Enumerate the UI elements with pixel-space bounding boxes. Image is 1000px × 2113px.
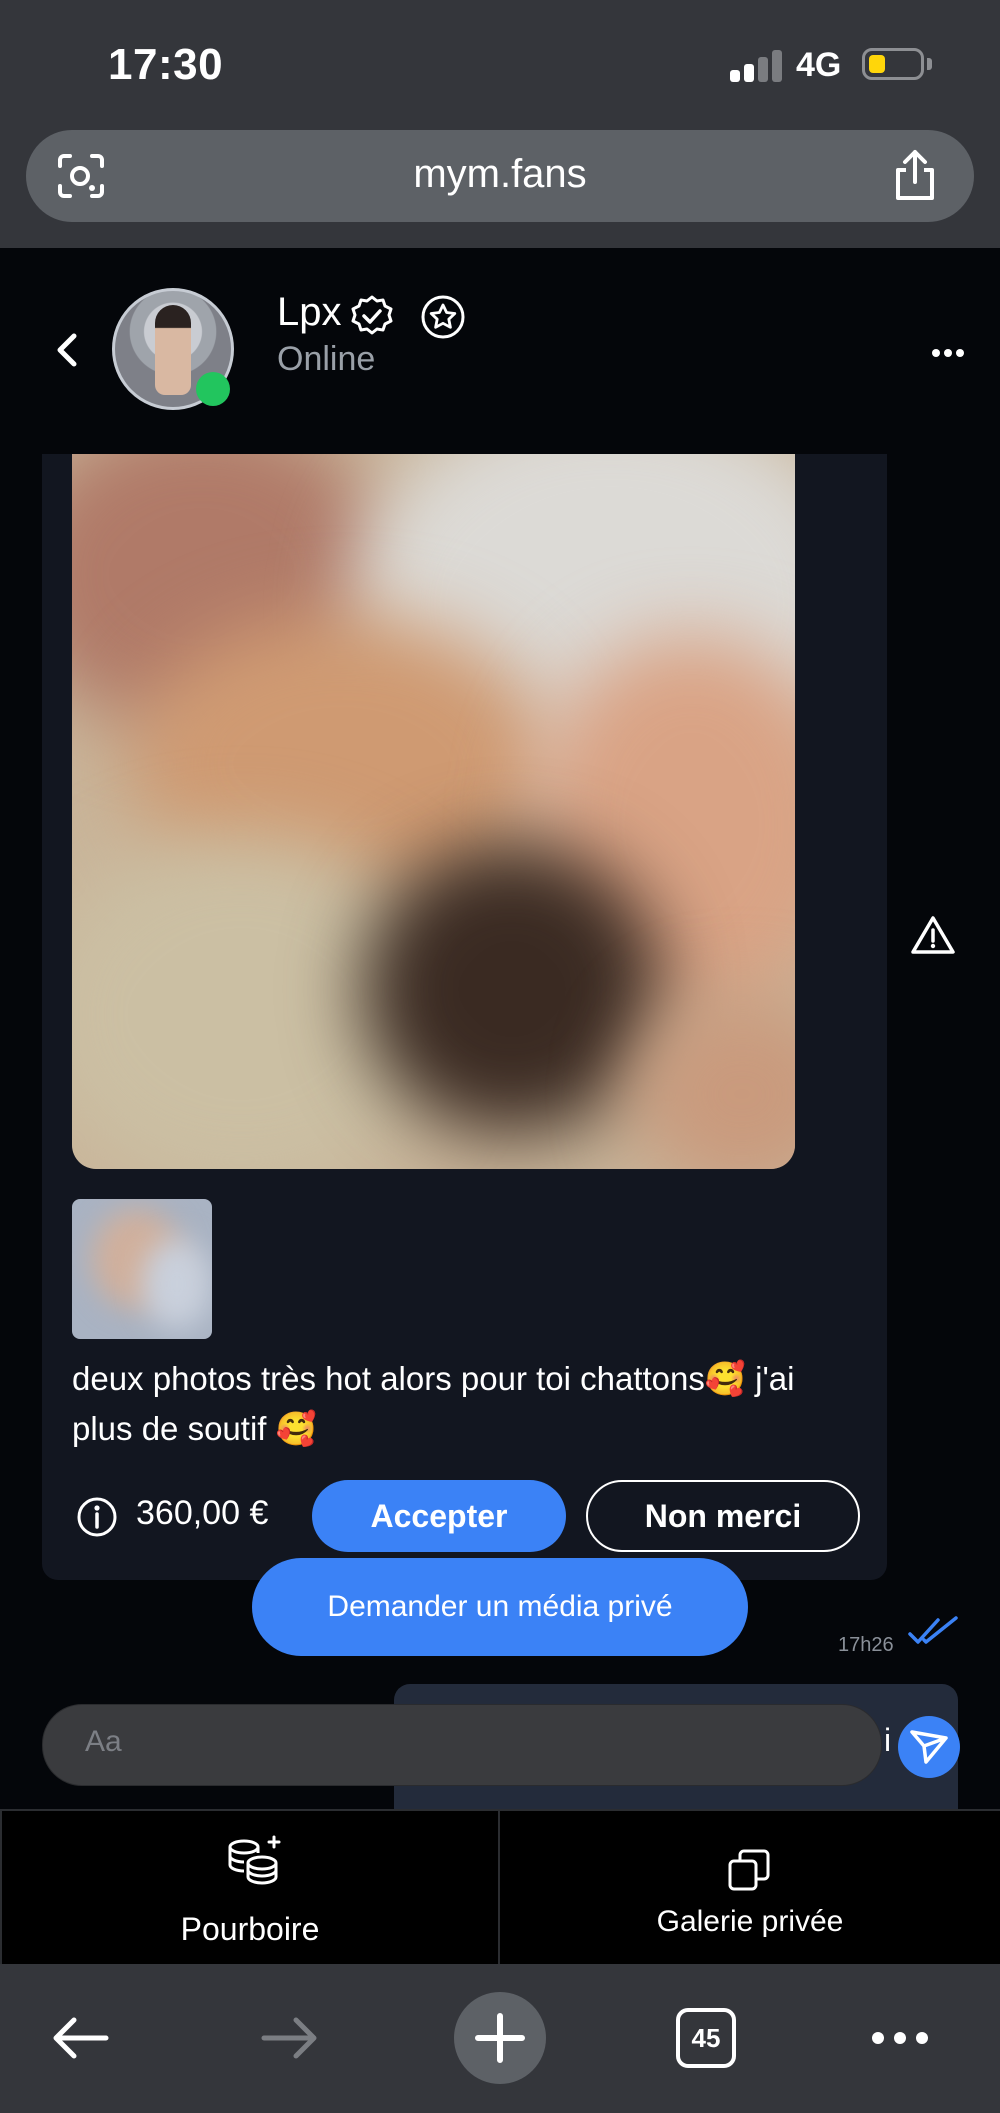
send-button[interactable] [898, 1716, 960, 1778]
browser-toolbar: 45 [0, 1964, 1000, 2113]
gallery-icon [728, 1849, 770, 1891]
offer-price: 360,00 € [136, 1494, 269, 1532]
coins-icon [228, 1835, 281, 1885]
battery-icon [862, 48, 924, 80]
status-time: 17:30 [108, 40, 224, 89]
more-menu-icon[interactable] [870, 2030, 930, 2046]
back-arrow-icon[interactable] [50, 2016, 110, 2060]
private-gallery-label: Galerie privée [656, 1905, 844, 1938]
more-options-icon[interactable] [932, 348, 964, 358]
read-receipt-icon [908, 1616, 958, 1644]
online-indicator [196, 372, 230, 406]
paid-media-message: deux photos très hot alors pour toi chat… [42, 454, 887, 1580]
plus-icon [475, 2013, 525, 2063]
decline-button[interactable]: Non merci [586, 1480, 860, 1552]
url-text[interactable]: mym.fans [26, 152, 974, 197]
request-private-media-button[interactable]: Demander un média privé [252, 1558, 748, 1656]
forward-arrow-icon[interactable] [260, 2016, 320, 2060]
contact-status: Online [277, 340, 376, 378]
message-timestamp: 17h26 [838, 1634, 894, 1656]
network-label: 4G [796, 46, 842, 84]
sent-message-text: i [884, 1722, 892, 1758]
blurred-media-thumbnail[interactable] [72, 1199, 212, 1339]
message-input[interactable]: Aa [42, 1704, 882, 1786]
accept-button[interactable]: Accepter [312, 1480, 566, 1552]
back-chevron-icon[interactable] [52, 330, 82, 370]
message-text: deux photos très hot alors pour toi chat… [72, 1360, 795, 1447]
offer-row: 360,00 € Accepter Non merci [72, 1480, 872, 1552]
send-icon [910, 1730, 948, 1764]
chat-header: Lpx Online [0, 248, 1000, 454]
tip-button[interactable]: Pourboire [0, 1811, 500, 1966]
screen: 17:30 4G mym.fans Lpx Online deux photos… [0, 0, 1000, 2113]
verified-badge-icon [351, 295, 393, 335]
battery-tip [927, 58, 932, 70]
info-icon[interactable] [76, 1496, 118, 1538]
blurred-media-preview[interactable] [72, 454, 795, 1169]
address-bar[interactable]: mym.fans [26, 130, 974, 222]
tab-switcher-button[interactable]: 45 [676, 2008, 736, 2068]
star-icon[interactable] [420, 294, 466, 340]
share-icon[interactable] [892, 148, 938, 202]
tip-label: Pourboire [180, 1911, 320, 1947]
contact-name[interactable]: Lpx [277, 290, 342, 335]
browser-top-chrome: 17:30 4G mym.fans [0, 0, 1000, 248]
chat-action-bar: Pourboire Galerie privée [0, 1809, 1000, 1966]
new-tab-button[interactable] [454, 1992, 546, 2084]
warning-icon[interactable] [910, 914, 956, 956]
signal-icon [730, 50, 782, 82]
message-input-placeholder: Aa [85, 1725, 122, 1758]
